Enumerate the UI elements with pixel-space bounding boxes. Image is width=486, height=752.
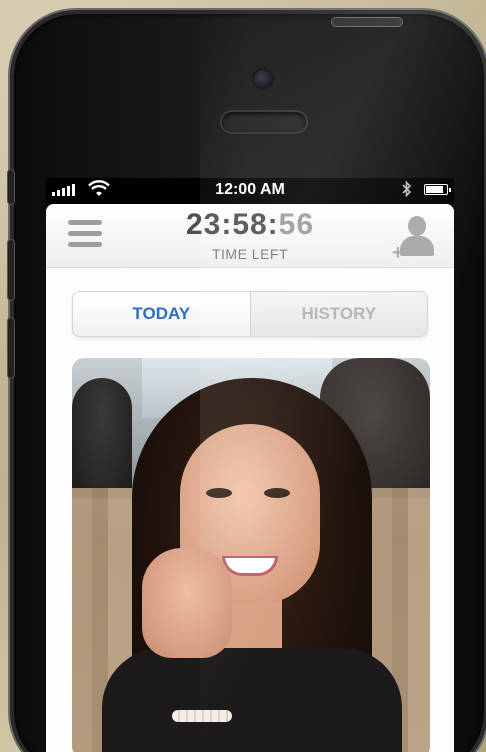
- status-time: 12:00 AM: [215, 181, 285, 198]
- segmented-tabs: TODAY HISTORY: [72, 291, 428, 337]
- tab-history[interactable]: HISTORY: [250, 292, 427, 336]
- mute-switch: [8, 170, 14, 204]
- timer-main: 23:58:: [185, 208, 279, 241]
- tab-today[interactable]: TODAY: [73, 292, 251, 336]
- front-camera: [254, 70, 272, 88]
- bluetooth-icon: [402, 180, 412, 200]
- earpiece-speaker: [222, 112, 306, 132]
- app-screen: 23:58:56 TIME LEFT + TODAY HISTORY: [46, 204, 454, 752]
- add-user-icon[interactable]: +: [392, 214, 438, 264]
- profile-photo[interactable]: [72, 358, 430, 752]
- volume-down-button: [8, 318, 14, 378]
- countdown-timer: 23:58:56: [46, 208, 454, 242]
- app-header: 23:58:56 TIME LEFT +: [46, 204, 454, 268]
- battery-icon: [424, 184, 451, 195]
- status-bar: 12:00 AM: [46, 178, 454, 202]
- volume-up-button: [8, 240, 14, 300]
- power-button: [332, 18, 402, 26]
- timer-seconds: 56: [278, 208, 315, 241]
